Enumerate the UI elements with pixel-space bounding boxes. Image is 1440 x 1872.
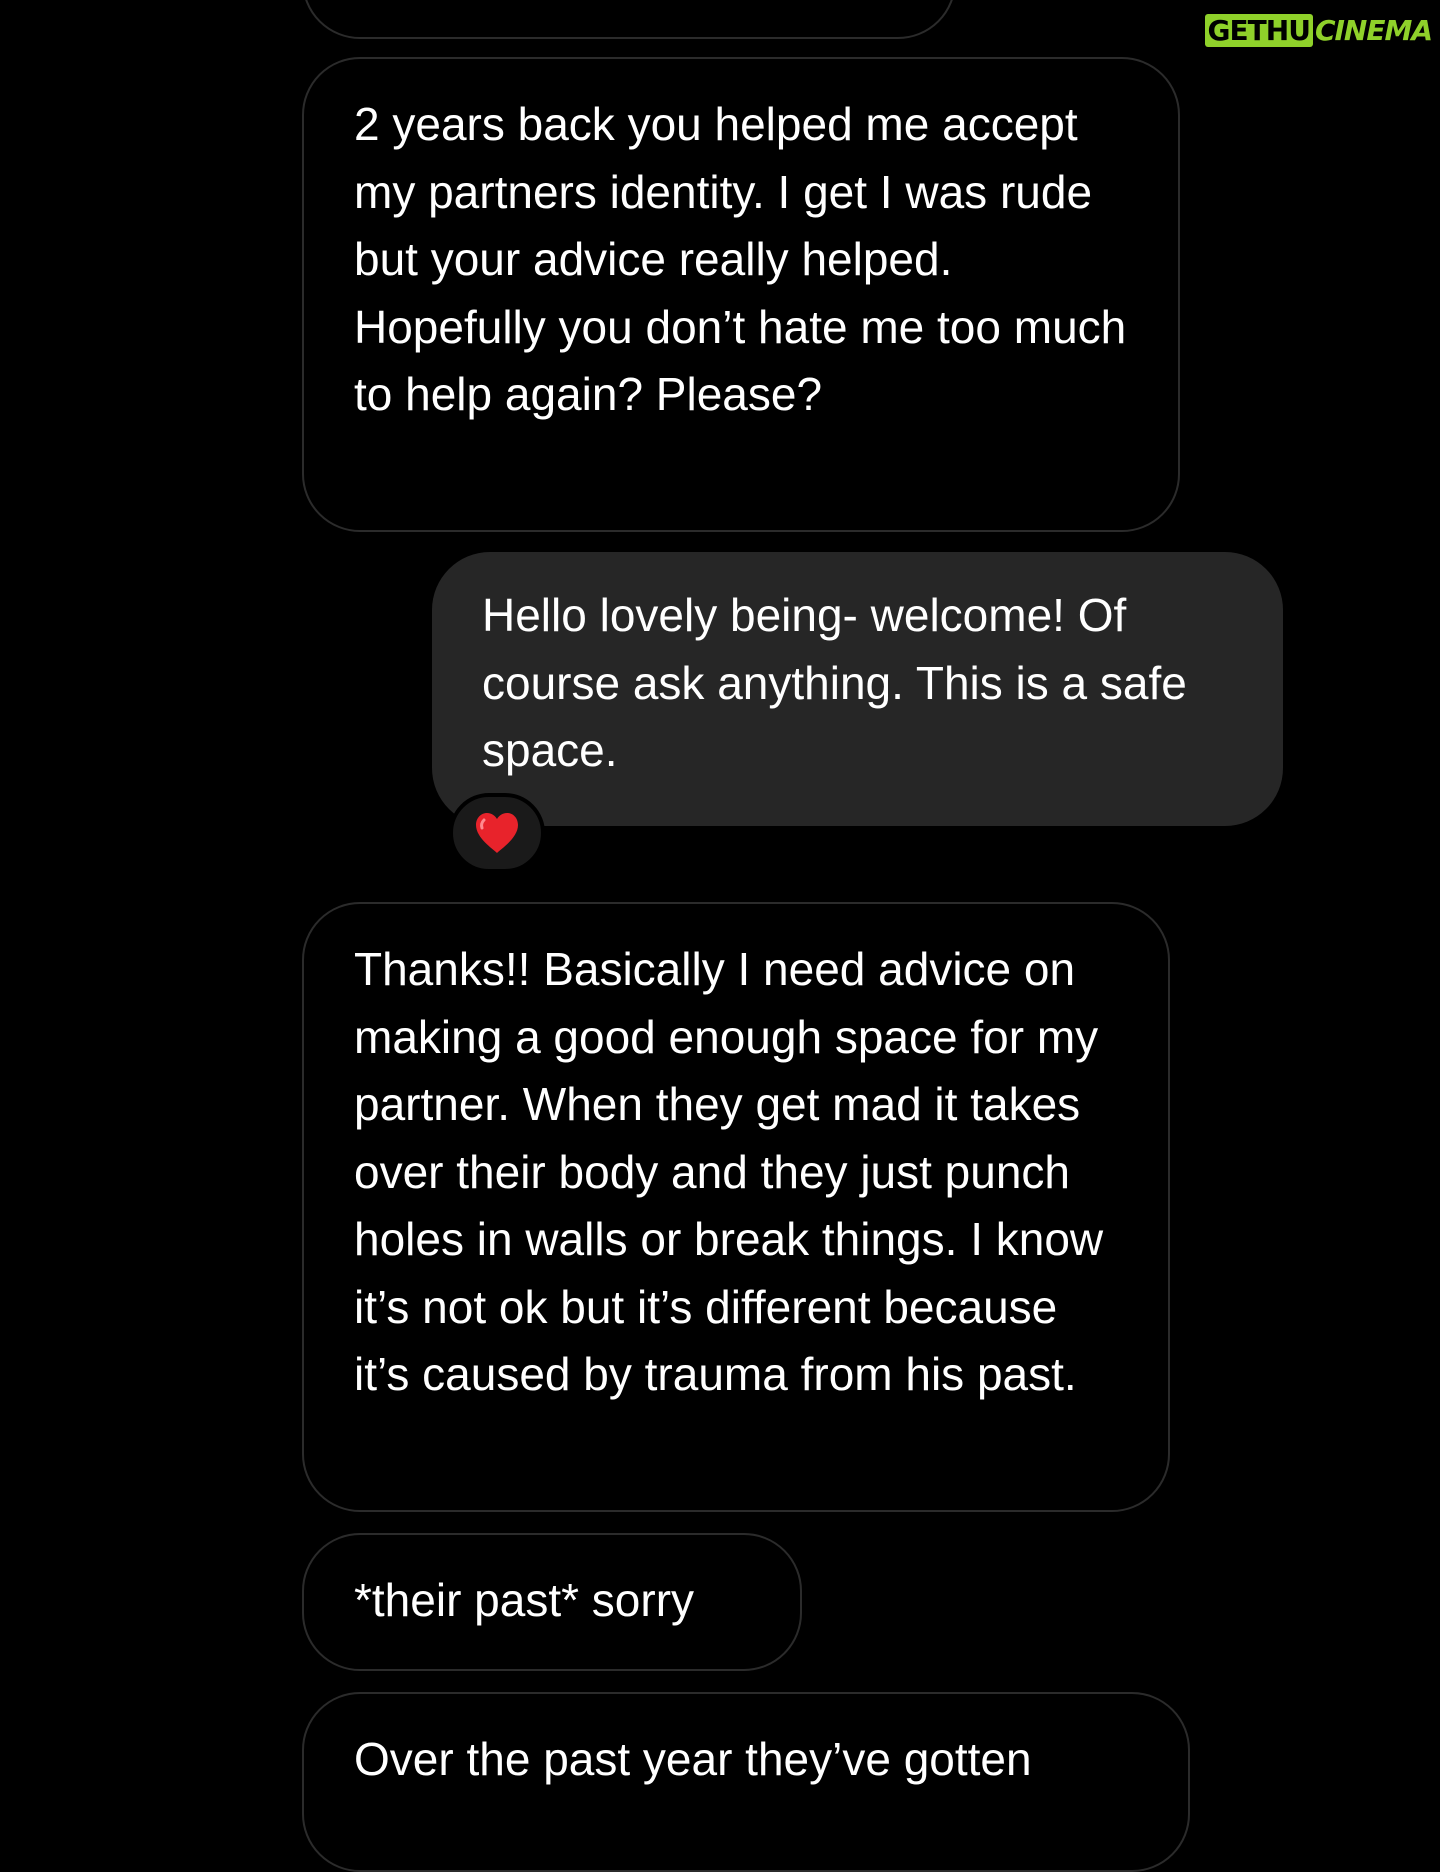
watermark-part-2: CINEMA <box>1314 14 1433 47</box>
message-text: *their past* sorry <box>354 1574 695 1626</box>
watermark: GETHU CINEMA <box>1204 14 1433 47</box>
message-text: Hello lovely being- welcome! Of course a… <box>482 589 1187 776</box>
message-text: Over the past year they’ve gotten <box>354 1733 1032 1785</box>
heart-icon <box>476 813 518 853</box>
message-reaction[interactable] <box>449 793 545 873</box>
outgoing-message-bubble[interactable]: Hello lovely being- welcome! Of course a… <box>432 552 1283 826</box>
message-text: 2 years back you helped me accept my par… <box>354 98 1127 420</box>
incoming-message-bubble[interactable]: Thanks!! Basically I need advice on maki… <box>302 902 1170 1512</box>
message-text: Thanks!! Basically I need advice on maki… <box>354 943 1104 1400</box>
incoming-message-bubble[interactable]: *their past* sorry <box>302 1533 802 1671</box>
incoming-message-bubble[interactable]: Over the past year they’ve gotten <box>302 1692 1190 1872</box>
previous-message-bubble-edge <box>302 0 956 39</box>
incoming-message-bubble[interactable]: 2 years back you helped me accept my par… <box>302 57 1180 532</box>
watermark-part-1: GETHU <box>1204 14 1313 47</box>
